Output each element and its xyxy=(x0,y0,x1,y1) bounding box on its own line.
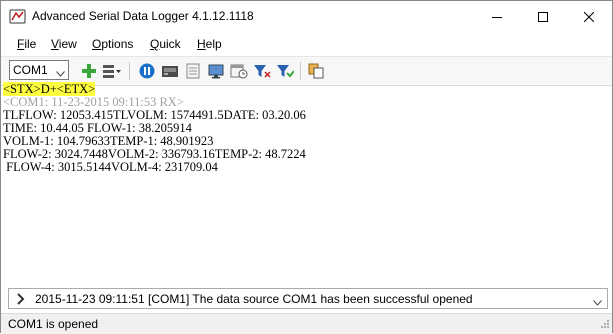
terminal-line: TIME: 10.44.05 FLOW-1: 38.205914 xyxy=(3,121,192,135)
filter-icon[interactable] xyxy=(252,61,272,81)
monitor-icon[interactable] xyxy=(206,61,226,81)
terminal-line: FLOW-2: 3024.7448VOLM-2: 336793.16TEMP-2… xyxy=(3,147,306,161)
status-text: COM1 is opened xyxy=(8,317,99,331)
close-button[interactable] xyxy=(566,1,612,32)
resize-grip-icon[interactable] xyxy=(600,318,610,332)
window-title: Advanced Serial Data Logger 4.1.12.1118 xyxy=(32,9,254,23)
chevron-down-icon xyxy=(56,66,65,80)
toolbar-separator xyxy=(300,62,301,80)
menu-bar: File View Options Quick Help xyxy=(1,34,612,54)
minimize-button[interactable] xyxy=(474,1,520,32)
data-terminal[interactable]: <STX>D+<ETX> <COM1: 11-23-2015 09:11:53 … xyxy=(1,82,612,285)
log-message: 2015-11-23 09:11:51 [COM1] The data sour… xyxy=(35,292,473,306)
terminal-line: TLFLOW: 12053.415TLVOLM: 1574491.5DATE: … xyxy=(3,108,306,122)
app-icon xyxy=(9,8,26,25)
title-bar: Advanced Serial Data Logger 4.1.12.1118 xyxy=(1,1,612,32)
port-select-value: COM1 xyxy=(13,63,48,77)
menu-help[interactable]: Help xyxy=(197,37,222,51)
app-window: Advanced Serial Data Logger 4.1.12.1118 … xyxy=(0,0,613,334)
terminal-line: FLOW-4: 3015.5144VOLM-4: 231709.04 xyxy=(3,160,218,174)
filter-green-icon[interactable] xyxy=(275,61,295,81)
maximize-button[interactable] xyxy=(520,1,566,32)
toolbar-separator xyxy=(129,62,130,80)
list-icon[interactable] xyxy=(102,61,122,81)
rx-header: <COM1: 11-23-2015 09:11:53 RX> xyxy=(3,95,184,109)
copy-icon[interactable] xyxy=(306,61,326,81)
terminal-marker-line: <STX>D+<ETX> xyxy=(3,82,96,96)
add-icon[interactable] xyxy=(79,61,99,81)
status-bar: COM1 is opened xyxy=(1,313,612,334)
menu-quick[interactable]: Quick xyxy=(150,37,181,51)
log-panel: 2015-11-23 09:11:51 [COM1] The data sour… xyxy=(8,288,608,309)
pause-icon[interactable] xyxy=(137,61,157,81)
menu-view[interactable]: View xyxy=(51,37,77,51)
info-icon xyxy=(14,293,28,308)
terminal-icon[interactable] xyxy=(160,61,180,81)
port-select[interactable]: COM1 xyxy=(9,60,69,80)
menu-options[interactable]: Options xyxy=(92,37,133,51)
terminal-line: VOLM-1: 104.79633TEMP-1: 48.901923 xyxy=(3,134,214,148)
chevron-down-icon[interactable] xyxy=(593,295,602,309)
menu-file[interactable]: File xyxy=(17,37,36,51)
schedule-icon[interactable] xyxy=(229,61,249,81)
stx-marker: <STX>D+<ETX> xyxy=(3,82,96,96)
document-icon[interactable] xyxy=(183,61,203,81)
